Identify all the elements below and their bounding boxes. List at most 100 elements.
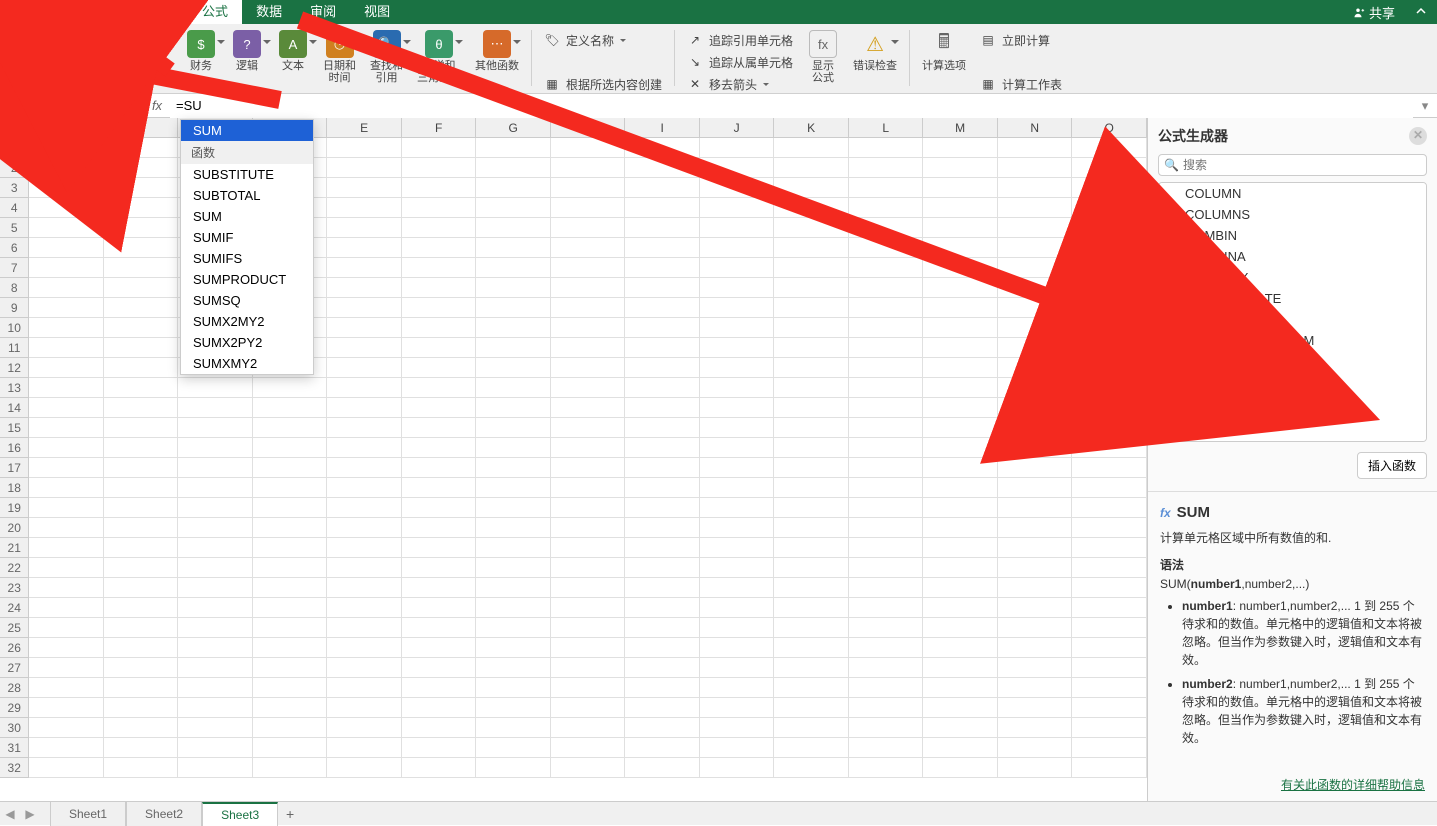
cell[interactable] [476,318,551,338]
cell[interactable] [998,198,1073,218]
cell[interactable] [29,538,104,558]
cell[interactable] [476,358,551,378]
expand-formula-bar-button[interactable]: ▾ [1413,98,1437,114]
cell[interactable] [998,458,1073,478]
cell[interactable] [327,398,402,418]
function-list-item[interactable]: COLUMN [1159,183,1426,204]
cell[interactable] [774,758,849,778]
cell[interactable] [700,378,775,398]
cell[interactable] [700,238,775,258]
cell[interactable] [849,338,924,358]
cell[interactable] [253,418,328,438]
cell[interactable] [700,198,775,218]
cell[interactable] [998,678,1073,698]
cell[interactable] [402,198,477,218]
cell[interactable] [1072,398,1147,418]
cell[interactable] [253,498,328,518]
cell[interactable] [774,238,849,258]
cell[interactable] [327,438,402,458]
cell[interactable] [774,598,849,618]
cell[interactable] [476,198,551,218]
cell[interactable] [1072,238,1147,258]
cell[interactable] [849,658,924,678]
cell[interactable] [104,518,179,538]
sheet-tab[interactable]: Sheet1 [50,802,126,826]
function-list-item[interactable]: COS [1159,414,1426,435]
cell[interactable] [1072,518,1147,538]
cell[interactable] [1072,438,1147,458]
row-header[interactable]: 12 [0,358,29,378]
cell[interactable] [923,278,998,298]
cell[interactable] [1072,278,1147,298]
cell[interactable] [476,338,551,358]
cell[interactable] [1072,158,1147,178]
trace-dependents-button[interactable]: ↘ 追踪从属单元格 [687,52,793,72]
define-name-button[interactable]: 🏷 定义名称 [544,30,662,50]
cell[interactable] [774,698,849,718]
cell[interactable] [700,278,775,298]
cell[interactable] [253,598,328,618]
cell[interactable] [1072,618,1147,638]
cell[interactable] [998,218,1073,238]
row-header[interactable]: 13 [0,378,29,398]
cell[interactable] [402,738,477,758]
cell[interactable] [1072,458,1147,478]
cell[interactable] [625,598,700,618]
cell[interactable] [774,458,849,478]
cell[interactable] [178,718,253,738]
cell[interactable] [327,358,402,378]
cell[interactable] [849,258,924,278]
cell[interactable] [551,418,626,438]
cell[interactable] [849,738,924,758]
row-header[interactable]: 9 [0,298,29,318]
cell[interactable] [104,398,179,418]
cell[interactable] [774,378,849,398]
cell[interactable] [402,638,477,658]
create-from-selection-button[interactable]: ▦ 根据所选内容创建 [544,74,662,94]
cell[interactable] [700,258,775,278]
cell[interactable] [998,298,1073,318]
name-box[interactable]: 255 [0,94,88,118]
cell[interactable] [253,478,328,498]
cell[interactable] [29,758,104,778]
cell[interactable] [998,558,1073,578]
cell[interactable] [476,518,551,538]
cell[interactable] [253,618,328,638]
cell[interactable] [849,758,924,778]
cell[interactable] [923,318,998,338]
cell[interactable] [1072,418,1147,438]
cell[interactable] [29,398,104,418]
cell[interactable] [29,558,104,578]
cell[interactable] [1072,478,1147,498]
cell[interactable] [402,238,477,258]
cell[interactable] [327,718,402,738]
cell[interactable] [923,698,998,718]
cell[interactable] [327,278,402,298]
cell[interactable] [774,198,849,218]
column-header[interactable]: J [700,118,775,137]
cell[interactable] [849,438,924,458]
cell[interactable] [700,358,775,378]
cell[interactable] [29,338,104,358]
cell[interactable] [253,538,328,558]
cell[interactable] [774,658,849,678]
cell[interactable] [923,738,998,758]
cell[interactable] [849,218,924,238]
cell[interactable] [178,678,253,698]
cell[interactable] [998,238,1073,258]
cell[interactable] [29,358,104,378]
cell[interactable] [178,638,253,658]
cell[interactable] [29,138,104,158]
cell[interactable] [327,518,402,538]
sheet-tab[interactable]: Sheet3 [202,802,278,826]
cell[interactable] [774,338,849,358]
cell[interactable] [849,178,924,198]
cell[interactable] [998,518,1073,538]
row-header[interactable]: 5 [0,218,29,238]
cell[interactable] [700,598,775,618]
cell[interactable] [774,558,849,578]
function-list[interactable]: COLUMNCOLUMNSCOMBINCOMBINACOMPLEXCONCATE… [1158,182,1427,442]
cell[interactable] [1072,558,1147,578]
cell[interactable] [29,318,104,338]
cell[interactable] [849,538,924,558]
